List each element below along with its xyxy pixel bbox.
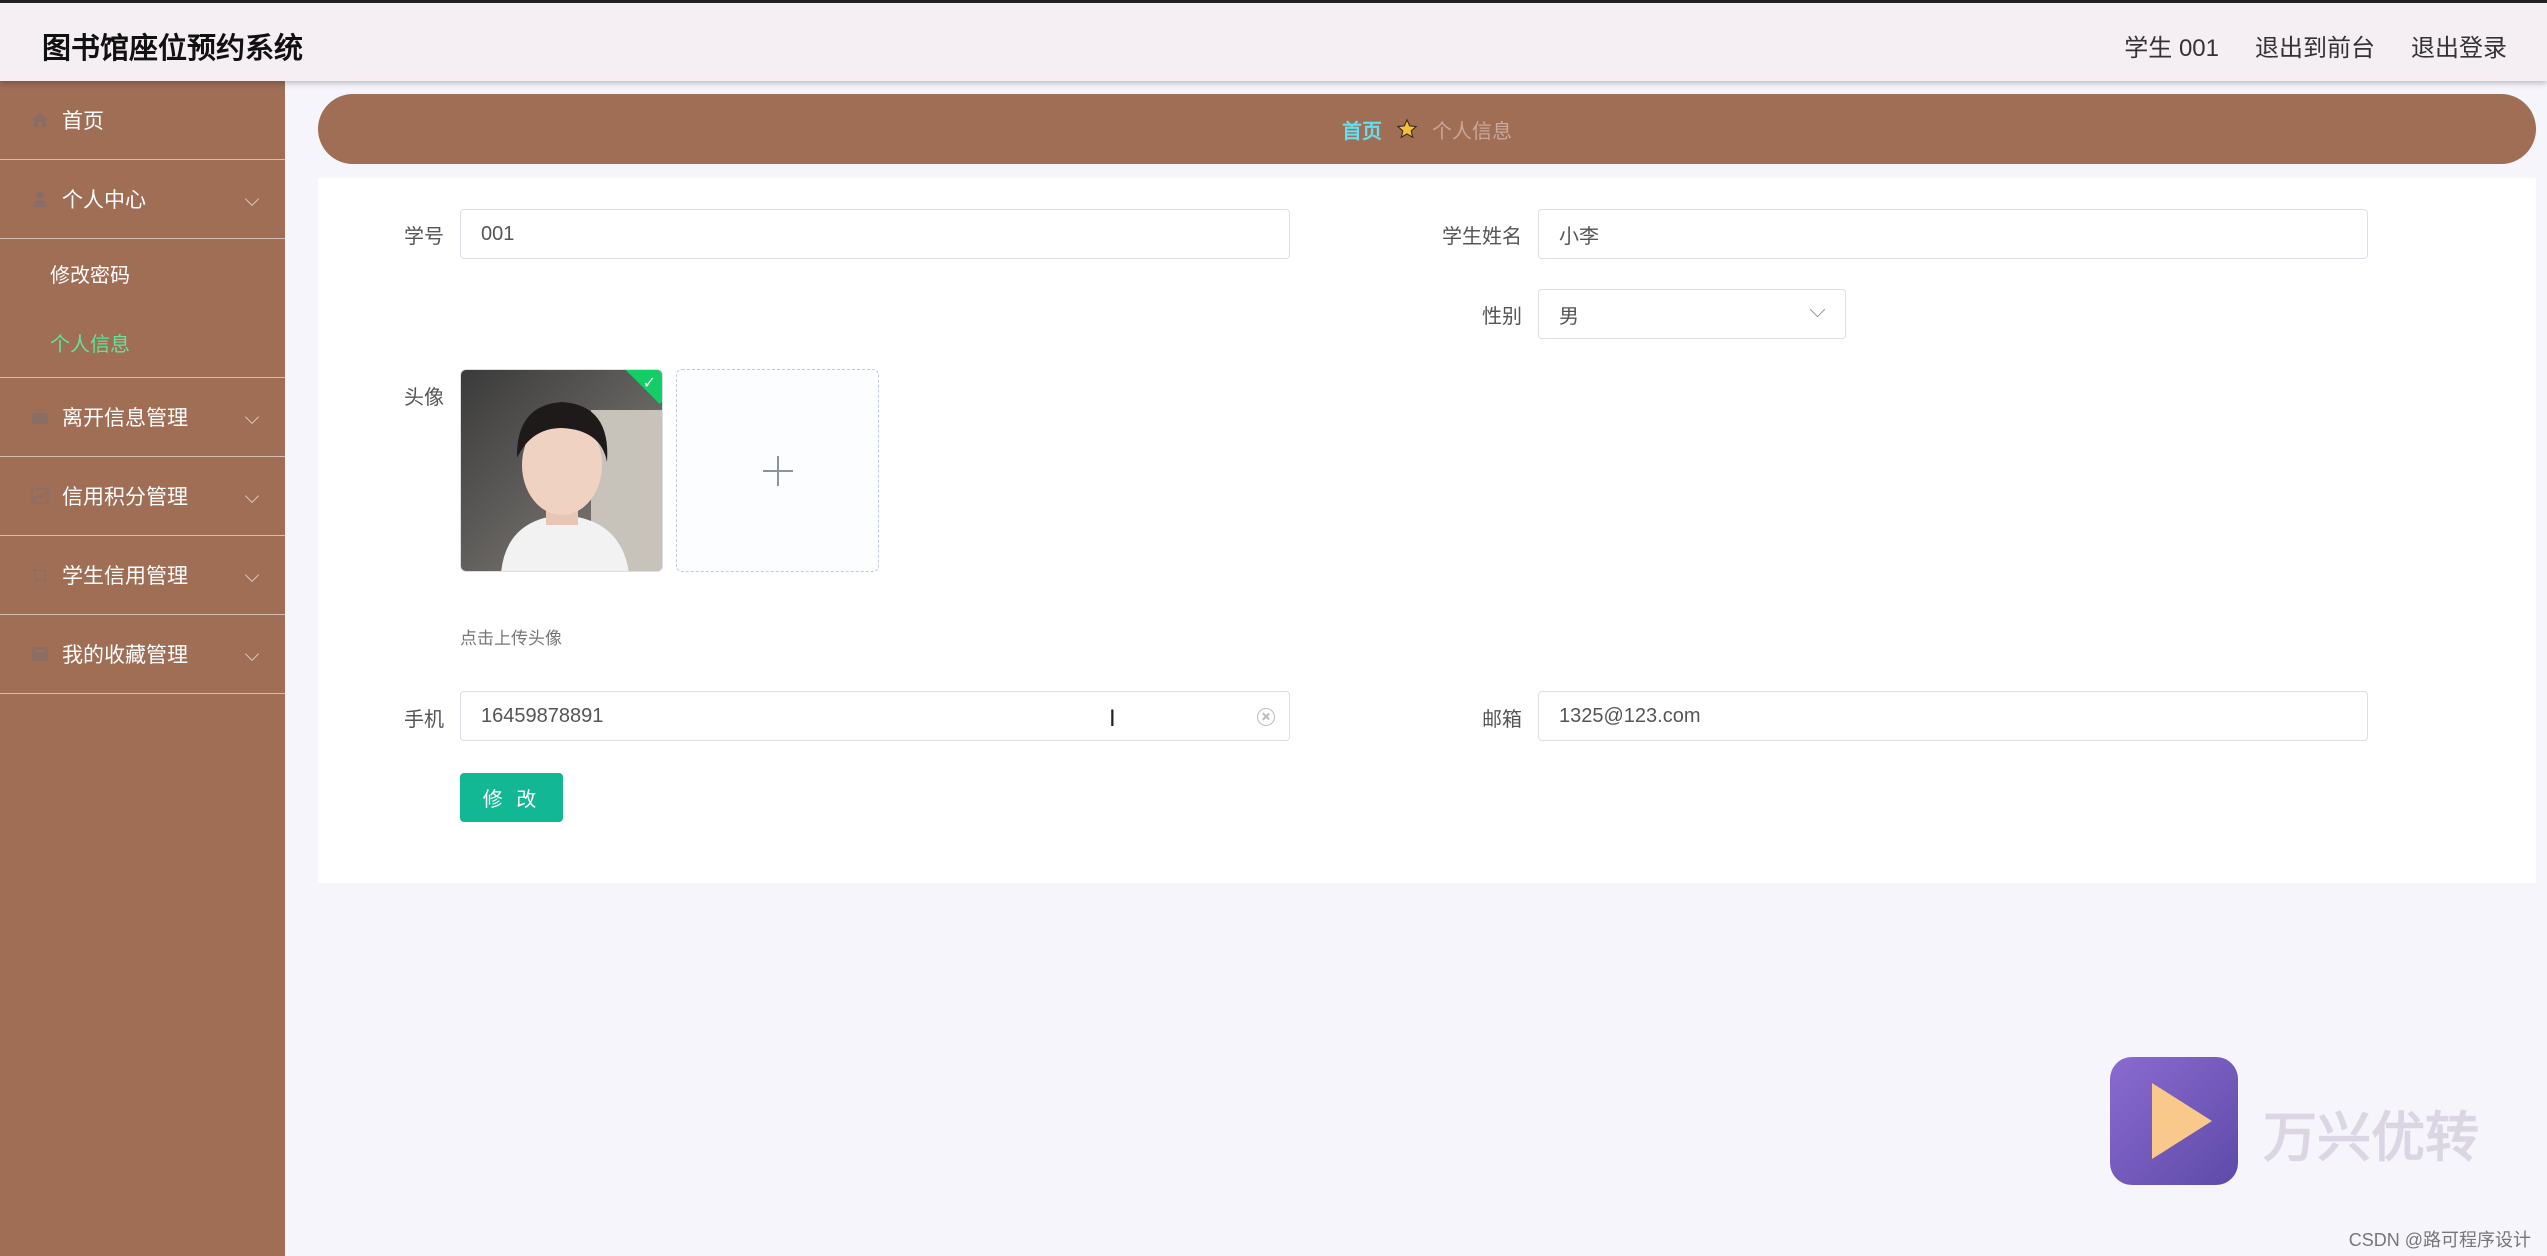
avatar[interactable]: ✓	[460, 369, 663, 572]
student-no-label: 学号	[404, 226, 444, 248]
current-user-link[interactable]: 学生 001	[2124, 28, 2219, 63]
chevron-down-icon	[1809, 301, 1826, 318]
watermark-brand: 万兴优转	[2263, 1108, 2479, 1168]
header-links: 学生 001 退出到前台 退出登录	[2124, 28, 2507, 63]
logout-link[interactable]: 退出登录	[2411, 28, 2507, 63]
phone-label: 手机	[404, 709, 444, 731]
app-title: 图书馆座位预约系统	[42, 33, 304, 65]
avatar-upload-button[interactable]	[676, 369, 879, 572]
sidebar-item-leave-info[interactable]: 离开信息管理	[0, 378, 285, 457]
exit-to-front-link[interactable]: 退出到前台	[2255, 28, 2375, 63]
avatar-label: 头像	[404, 387, 444, 409]
chart-icon	[31, 488, 49, 504]
top-header: 图书馆座位预约系统 学生 001 退出到前台 退出登录	[0, 0, 2547, 81]
sidebar-item-personal-center[interactable]: 个人中心	[0, 160, 285, 239]
sidebar-item-credit-points[interactable]: 信用积分管理	[0, 457, 285, 536]
modify-button[interactable]: 修 改	[460, 773, 563, 822]
chevron-down-icon	[244, 646, 260, 662]
text-cursor-icon: I	[1109, 705, 1116, 732]
student-name-label: 学生姓名	[1442, 226, 1522, 248]
avatar-upload-hint: 点击上传头像	[460, 629, 562, 648]
csdn-credit: CSDN @路可程序设计	[2348, 1230, 2531, 1250]
user-icon	[33, 191, 47, 207]
chevron-down-icon	[244, 567, 260, 583]
sidebar: 首页 个人中心 修改密码 个人信息 离开信息管理 信用积分管理 学生信用管理 我…	[0, 81, 285, 1256]
breadcrumb: 首页 个人信息	[318, 94, 2536, 164]
briefcase-icon	[32, 409, 48, 424]
crop-icon	[32, 567, 48, 583]
avatar-photo	[461, 370, 662, 571]
sidebar-item-change-password[interactable]: 修改密码	[0, 239, 285, 308]
chevron-down-icon	[244, 191, 260, 207]
clear-icon[interactable]	[1257, 708, 1275, 726]
student-name-input[interactable]: 小李	[1538, 209, 2368, 259]
sidebar-item-label: 信用积分管理	[62, 486, 188, 509]
home-icon	[32, 113, 48, 127]
sidebar-item-label: 学生信用管理	[62, 565, 188, 588]
gender-select[interactable]: 男	[1538, 289, 1846, 339]
student-no-input[interactable]: 001	[460, 209, 1290, 259]
breadcrumb-home[interactable]: 首页	[1342, 115, 1382, 144]
sidebar-item-label: 个人中心	[62, 189, 146, 212]
personal-center-submenu: 修改密码 个人信息	[0, 239, 285, 378]
sidebar-item-personal-info[interactable]: 个人信息	[0, 308, 285, 377]
chevron-down-icon	[244, 488, 260, 504]
phone-input[interactable]: 16459878891 I	[460, 691, 1290, 741]
folder-icon	[32, 647, 48, 661]
sidebar-item-student-credit[interactable]: 学生信用管理	[0, 536, 285, 615]
email-label: 邮箱	[1482, 709, 1522, 731]
check-icon: ✓	[642, 375, 656, 392]
sidebar-item-label: 离开信息管理	[62, 407, 188, 430]
star-icon	[1396, 118, 1418, 139]
sidebar-item-favorites[interactable]: 我的收藏管理	[0, 615, 285, 694]
email-input[interactable]: 1325@123.com	[1538, 691, 2368, 741]
sidebar-item-label: 我的收藏管理	[62, 644, 188, 667]
sidebar-item-label: 首页	[62, 110, 104, 133]
chevron-down-icon	[244, 409, 260, 425]
play-icon	[2152, 1083, 2212, 1159]
personal-info-form: 学号 001 学生姓名 小李 性别 男 头像 ✓ 点击上传头像 手机 16459…	[318, 178, 2536, 883]
sidebar-item-home[interactable]: 首页	[0, 81, 285, 160]
gender-label: 性别	[1482, 306, 1522, 328]
breadcrumb-current: 个人信息	[1432, 120, 1512, 143]
